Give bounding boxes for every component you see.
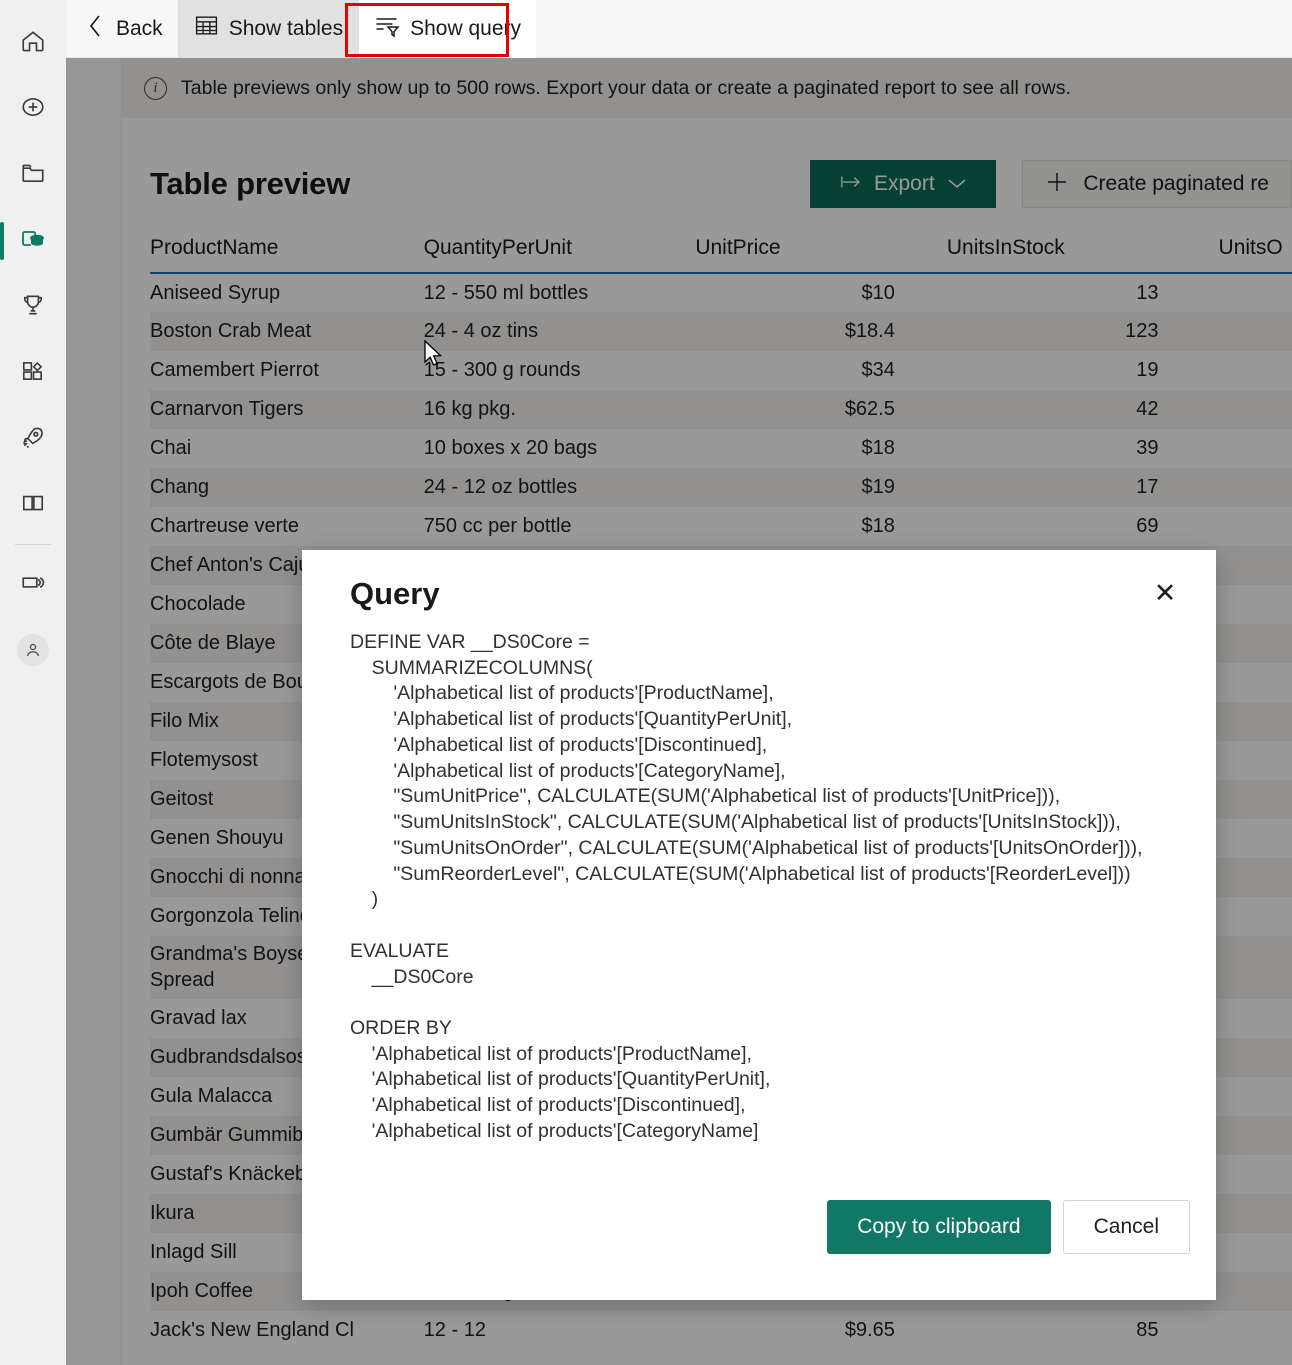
show-query-button[interactable]: Show query [359, 0, 536, 58]
person-icon [17, 634, 49, 666]
back-label: Back [116, 16, 163, 40]
show-query-label: Show query [410, 16, 521, 40]
workspaces-stack-icon [20, 569, 46, 600]
chevron-left-icon [88, 14, 102, 43]
query-text[interactable]: DEFINE VAR __DS0Core = SUMMARIZECOLUMNS(… [350, 630, 1176, 1145]
show-tables-label: Show tables [228, 16, 344, 40]
book-icon [20, 490, 46, 521]
query-dialog: Query ✕ DEFINE VAR __DS0Core = SUMMARIZE… [302, 550, 1216, 1300]
show-tables-button[interactable]: Show tables [177, 0, 360, 58]
mouse-cursor [424, 339, 446, 375]
plus-circle-icon [20, 94, 46, 125]
home-icon [20, 28, 46, 59]
sidebar-item-metrics[interactable] [0, 274, 66, 340]
left-nav-rail [0, 0, 66, 1365]
table-icon [194, 13, 219, 44]
sidebar-item-learn[interactable] [0, 472, 66, 538]
query-filter-icon [374, 13, 400, 44]
apps-grid-icon [20, 358, 46, 389]
sidebar-item-data-hub[interactable] [0, 208, 66, 274]
trophy-icon [20, 292, 46, 323]
sidebar-item-workspaces[interactable] [0, 551, 66, 617]
query-dialog-footer: Copy to clipboard Cancel [302, 1200, 1216, 1300]
sidebar-item-apps[interactable] [0, 340, 66, 406]
folder-icon [20, 160, 46, 191]
sidebar-item-home[interactable] [0, 10, 66, 76]
query-dialog-header: Query ✕ [302, 550, 1216, 612]
query-dialog-body: DEFINE VAR __DS0Core = SUMMARIZECOLUMNS(… [302, 612, 1216, 1200]
close-icon[interactable]: ✕ [1148, 576, 1182, 610]
sidebar-item-browse[interactable] [0, 142, 66, 208]
app-root: i Table previews only show up to 500 row… [0, 0, 1292, 1365]
nav-divider [15, 544, 51, 545]
command-bar: Back Show tables Show query [66, 0, 1292, 58]
sidebar-item-account[interactable] [0, 617, 66, 683]
sidebar-item-deployment-pipelines[interactable] [0, 406, 66, 472]
copy-to-clipboard-button[interactable]: Copy to clipboard [827, 1200, 1051, 1254]
back-button[interactable]: Back [66, 0, 178, 58]
rocket-icon [20, 424, 46, 455]
database-icon [19, 225, 47, 258]
cancel-button[interactable]: Cancel [1062, 1200, 1190, 1254]
sidebar-item-create[interactable] [0, 76, 66, 142]
query-dialog-title: Query [350, 576, 440, 611]
